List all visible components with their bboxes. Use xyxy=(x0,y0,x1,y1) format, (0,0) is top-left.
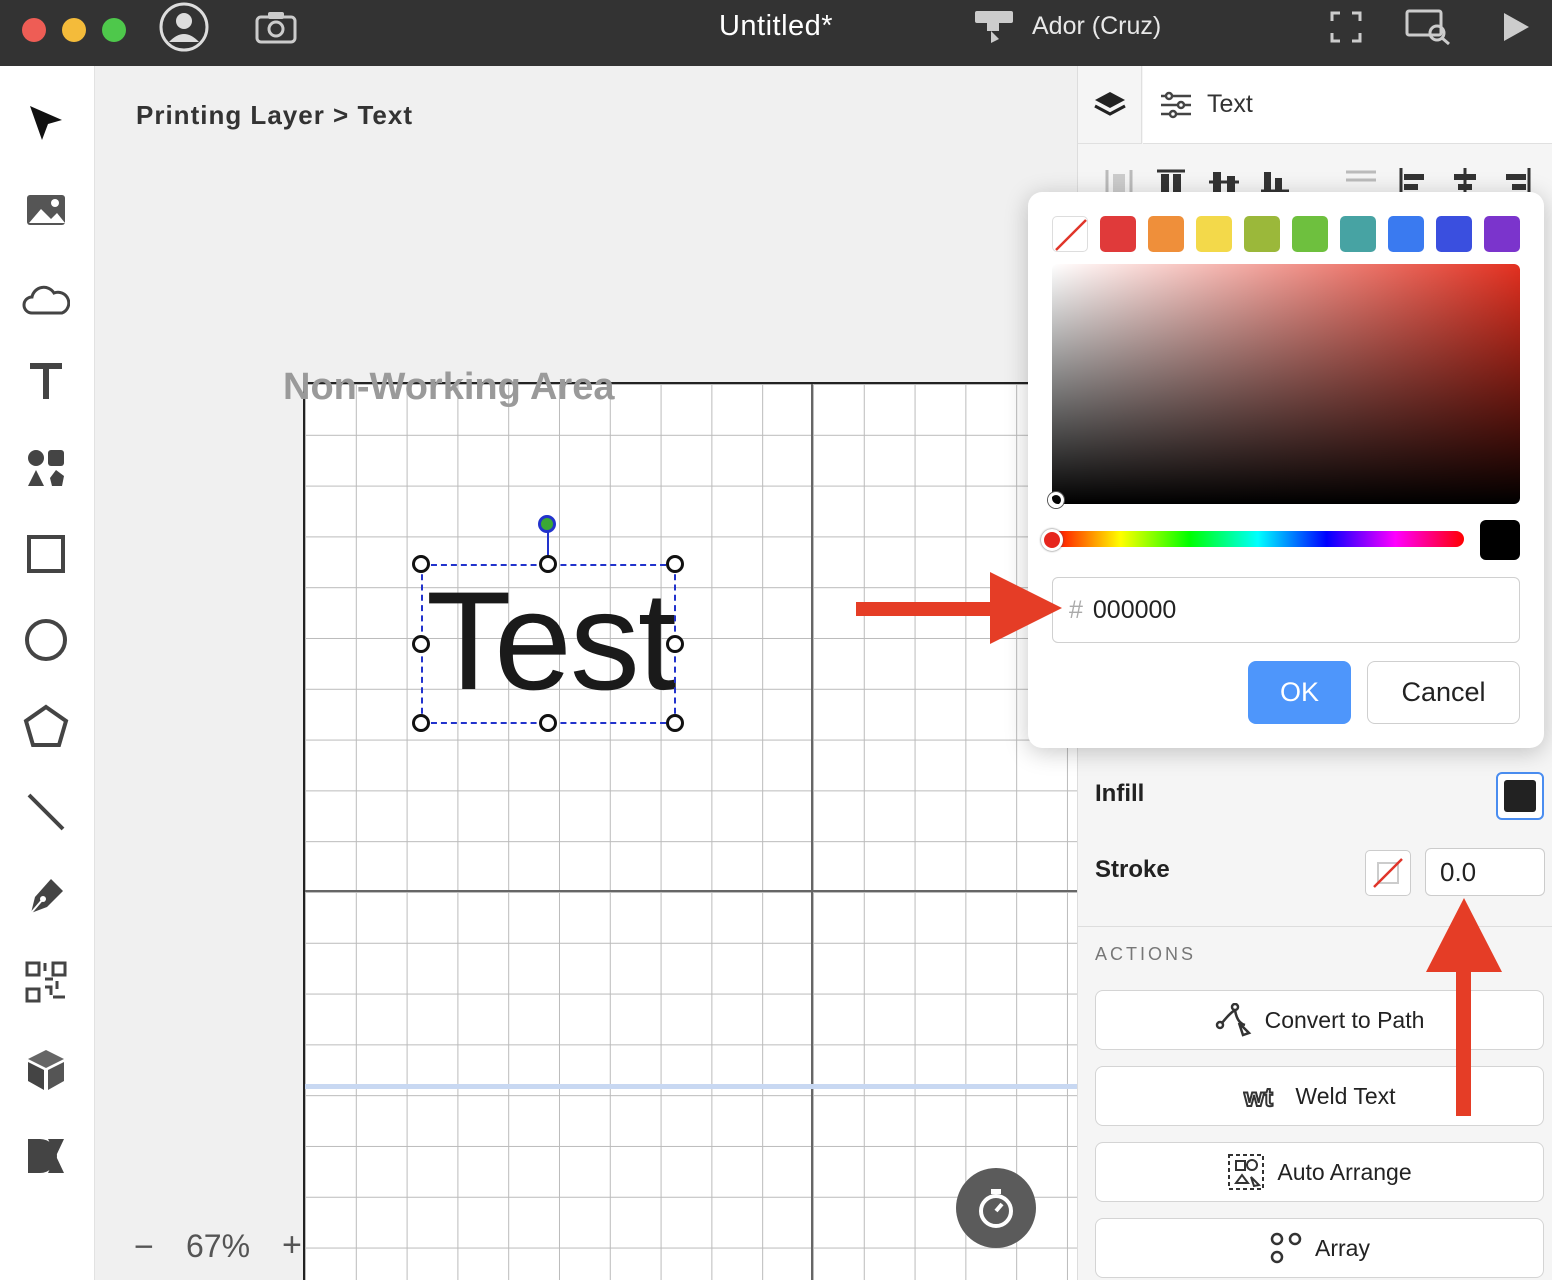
stopwatch-icon xyxy=(979,1189,1013,1228)
auto-arrange-label: Auto Arrange xyxy=(1277,1158,1412,1185)
element-icon[interactable] xyxy=(18,440,74,496)
resize-handle-e[interactable] xyxy=(666,635,684,653)
camera-icon[interactable] xyxy=(254,0,298,54)
resize-handle-sw[interactable] xyxy=(412,714,430,732)
line-icon[interactable] xyxy=(18,784,74,840)
zoom-level: 67% xyxy=(186,1228,251,1264)
left-toolbar xyxy=(0,66,95,1280)
sliders-icon xyxy=(1161,91,1191,118)
pen-icon[interactable] xyxy=(18,868,74,924)
grid-major-line xyxy=(811,384,813,1280)
weld-text-icon: wt xyxy=(1243,1081,1283,1111)
preset-orange[interactable] xyxy=(1148,216,1184,252)
canvas-area[interactable]: Printing Layer > Text Non-Working Area T… xyxy=(96,66,1077,1280)
hue-slider[interactable] xyxy=(1052,531,1464,547)
stroke-width-input[interactable]: 0.0 xyxy=(1425,848,1545,896)
workarea-grid[interactable] xyxy=(303,382,1077,1280)
preset-no-color[interactable] xyxy=(1052,216,1088,252)
resize-handle-se[interactable] xyxy=(666,714,684,732)
machine-name[interactable]: Ador (Cruz) xyxy=(1032,12,1161,41)
infill-label: Infill xyxy=(1095,780,1145,807)
preset-yellow[interactable] xyxy=(1196,216,1232,252)
grid-major-line xyxy=(305,890,1077,892)
selection-box xyxy=(421,564,676,724)
auto-arrange-icon xyxy=(1227,1153,1265,1191)
rotation-handle[interactable] xyxy=(538,515,556,533)
cube-icon[interactable] xyxy=(18,1042,74,1098)
annotation-arrow-right-icon xyxy=(856,572,1062,644)
title-bar: Untitled* Ador (Cruz) xyxy=(0,0,1552,66)
svg-text:wt: wt xyxy=(1243,1082,1273,1111)
zoom-out-button[interactable]: − xyxy=(134,1228,154,1267)
preset-teal[interactable] xyxy=(1340,216,1376,252)
cloud-icon[interactable] xyxy=(18,272,74,328)
preset-green[interactable] xyxy=(1292,216,1328,252)
infill-color-swatch[interactable] xyxy=(1496,772,1544,820)
image-icon[interactable] xyxy=(18,182,74,238)
cursor-icon[interactable] xyxy=(18,96,74,152)
preset-red[interactable] xyxy=(1100,216,1136,252)
preview-icon[interactable] xyxy=(1404,0,1454,54)
actions-heading: ACTIONS xyxy=(1095,944,1197,964)
rectangle-icon[interactable] xyxy=(18,526,74,582)
hex-input[interactable]: # 000000 xyxy=(1052,577,1520,643)
preset-indigo[interactable] xyxy=(1436,216,1472,252)
cancel-button[interactable]: Cancel xyxy=(1367,661,1520,724)
saturation-value-field[interactable] xyxy=(1052,264,1520,504)
current-color-swatch xyxy=(1480,520,1520,560)
color-picker-popover: # 000000 OK Cancel xyxy=(1028,192,1544,748)
object-tab-label: Text xyxy=(1207,90,1253,118)
resize-handle-n[interactable] xyxy=(539,555,557,573)
text-icon[interactable] xyxy=(18,354,74,410)
hex-value[interactable]: 000000 xyxy=(1093,596,1176,625)
qrcode-icon[interactable] xyxy=(18,954,74,1010)
resize-handle-ne[interactable] xyxy=(666,555,684,573)
ellipse-icon[interactable] xyxy=(18,612,74,668)
timer-button[interactable] xyxy=(956,1168,1036,1248)
minimize-window-button[interactable] xyxy=(62,18,86,42)
dxf-icon[interactable] xyxy=(18,1128,74,1184)
convert-to-path-label: Convert to Path xyxy=(1264,1006,1425,1033)
hue-slider-knob[interactable] xyxy=(1041,529,1063,551)
convert-path-icon xyxy=(1215,1003,1253,1037)
weld-text-label: Weld Text xyxy=(1295,1082,1396,1109)
guide-line xyxy=(305,1084,1077,1089)
no-color-icon xyxy=(1373,858,1403,888)
array-icon xyxy=(1269,1231,1303,1265)
no-color-icon xyxy=(1055,219,1087,251)
hex-prefix: # xyxy=(1069,595,1083,624)
stroke-label: Stroke xyxy=(1095,856,1170,883)
breadcrumb: Printing Layer > Text xyxy=(136,100,413,130)
ok-button[interactable]: OK xyxy=(1248,661,1351,724)
account-icon[interactable] xyxy=(158,0,210,54)
layers-icon xyxy=(1093,91,1126,116)
zoom-in-button[interactable]: + xyxy=(282,1226,302,1265)
saturation-value-cursor[interactable] xyxy=(1048,492,1064,508)
play-icon[interactable] xyxy=(1498,0,1534,54)
auto-arrange-button[interactable]: Auto Arrange xyxy=(1095,1142,1544,1202)
preset-blue[interactable] xyxy=(1388,216,1424,252)
stroke-color-swatch[interactable] xyxy=(1365,850,1411,896)
layers-tab[interactable] xyxy=(1078,66,1142,144)
annotation-arrow-up-icon xyxy=(1426,898,1502,1116)
frame-icon[interactable] xyxy=(1328,0,1364,54)
resize-handle-w[interactable] xyxy=(412,635,430,653)
zoom-window-button[interactable] xyxy=(102,18,126,42)
polygon-icon[interactable] xyxy=(18,698,74,754)
close-window-button[interactable] xyxy=(22,18,46,42)
array-button[interactable]: Array xyxy=(1095,1218,1544,1278)
preset-purple[interactable] xyxy=(1484,216,1520,252)
document-title: Untitled* xyxy=(718,10,834,42)
object-tab[interactable]: Text xyxy=(1143,66,1552,144)
resize-handle-s[interactable] xyxy=(539,714,557,732)
array-label: Array xyxy=(1315,1234,1370,1261)
machine-icon[interactable] xyxy=(972,0,1016,54)
preset-olive[interactable] xyxy=(1244,216,1280,252)
non-working-area-label: Non-Working Area xyxy=(283,366,615,408)
resize-handle-nw[interactable] xyxy=(412,555,430,573)
